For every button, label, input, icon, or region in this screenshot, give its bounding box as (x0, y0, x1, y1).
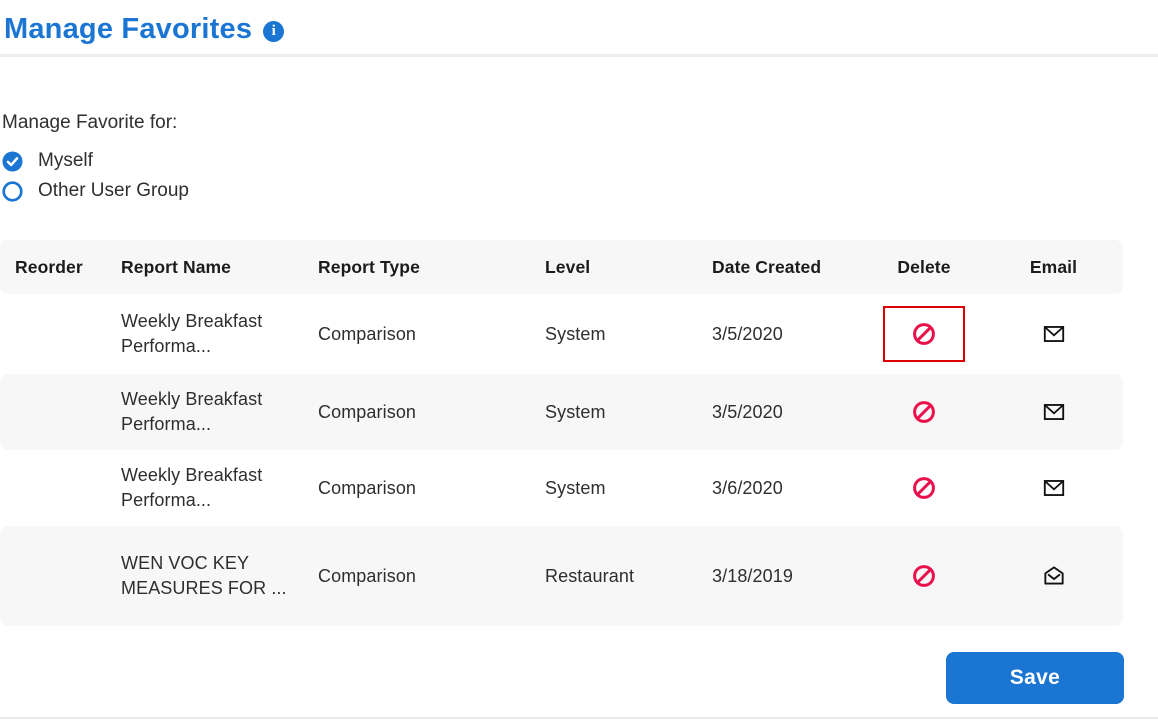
email-button[interactable] (1041, 563, 1067, 589)
no-entry-icon (913, 323, 935, 345)
delete-button[interactable] (912, 322, 936, 346)
level-cell: System (545, 323, 606, 344)
report-type-cell: Comparison (318, 477, 417, 498)
table-row: WEN VOC KEY MEASURES FOR ... Comparison … (0, 526, 1123, 626)
date-created-cell: 3/6/2020 (712, 477, 783, 498)
table-header-row: Reorder Report Name Report Type Level Da… (0, 240, 1123, 294)
save-button[interactable]: Save (946, 652, 1124, 704)
page-header: Manage Favorites i (4, 13, 285, 46)
level-cell: Restaurant (545, 565, 635, 586)
envelope-closed-icon (1043, 480, 1064, 496)
report-type-cell: Comparison (318, 401, 417, 422)
report-name-cell: WEN VOC KEY MEASURES FOR ... (121, 553, 287, 598)
level-cell: System (545, 477, 606, 498)
table-row: Weekly Breakfast Performa... Comparison … (0, 374, 1123, 450)
radio-unselected-icon (2, 180, 23, 202)
envelope-open-icon (1043, 566, 1064, 585)
col-header-email: Email (1029, 256, 1078, 277)
report-name-cell: Weekly Breakfast Performa... (121, 465, 263, 510)
envelope-closed-icon (1043, 326, 1064, 342)
manage-favorites-page: Manage Favorites i Manage Favorite for: … (0, 0, 1158, 723)
col-header-delete: Delete (897, 256, 951, 277)
no-entry-icon (913, 477, 935, 499)
delete-cell (864, 306, 984, 362)
delete-cell (864, 400, 984, 424)
bottom-divider (0, 717, 1158, 719)
radio-selected-icon (2, 150, 23, 172)
delete-button[interactable] (912, 564, 936, 588)
email-button[interactable] (1041, 475, 1067, 501)
header-divider (0, 54, 1158, 57)
page-title: Manage Favorites (4, 13, 253, 45)
report-name-cell: Weekly Breakfast Performa... (121, 311, 263, 356)
radio-label-myself: Myself (38, 150, 93, 171)
delete-highlight-box (883, 306, 965, 362)
radio-option-other-user-group[interactable]: Other User Group (2, 180, 189, 202)
delete-cell (864, 476, 984, 500)
email-cell (984, 321, 1123, 347)
email-button[interactable] (1041, 321, 1067, 347)
col-header-date-created: Date Created (712, 256, 822, 277)
level-cell: System (545, 401, 606, 422)
delete-button[interactable] (912, 476, 936, 500)
email-cell (984, 475, 1123, 501)
table-row: Weekly Breakfast Performa... Comparison … (0, 450, 1123, 526)
table-row: Weekly Breakfast Performa... Comparison … (0, 294, 1123, 374)
email-cell (984, 563, 1123, 589)
email-cell (984, 399, 1123, 425)
col-header-reorder: Reorder (15, 256, 83, 277)
delete-cell (864, 564, 984, 588)
envelope-closed-icon (1043, 404, 1064, 420)
report-type-cell: Comparison (318, 565, 417, 586)
favorites-table: Reorder Report Name Report Type Level Da… (0, 240, 1123, 626)
email-button[interactable] (1041, 399, 1067, 425)
no-entry-icon (913, 401, 935, 423)
date-created-cell: 3/18/2019 (712, 565, 793, 586)
col-header-report-type: Report Type (318, 256, 420, 277)
date-created-cell: 3/5/2020 (712, 401, 783, 422)
col-header-report-name: Report Name (121, 256, 232, 277)
radio-label-other-user-group: Other User Group (38, 180, 189, 201)
col-header-level: Level (545, 256, 591, 277)
radio-option-myself[interactable]: Myself (2, 150, 189, 172)
favorite-for-radio-group: Myself Other User Group (2, 150, 189, 202)
delete-button[interactable] (912, 400, 936, 424)
manage-favorite-for-label: Manage Favorite for: (2, 112, 178, 133)
date-created-cell: 3/5/2020 (712, 323, 783, 344)
info-icon[interactable]: i (263, 21, 285, 42)
report-type-cell: Comparison (318, 323, 417, 344)
report-name-cell: Weekly Breakfast Performa... (121, 389, 263, 434)
no-entry-icon (913, 565, 935, 587)
